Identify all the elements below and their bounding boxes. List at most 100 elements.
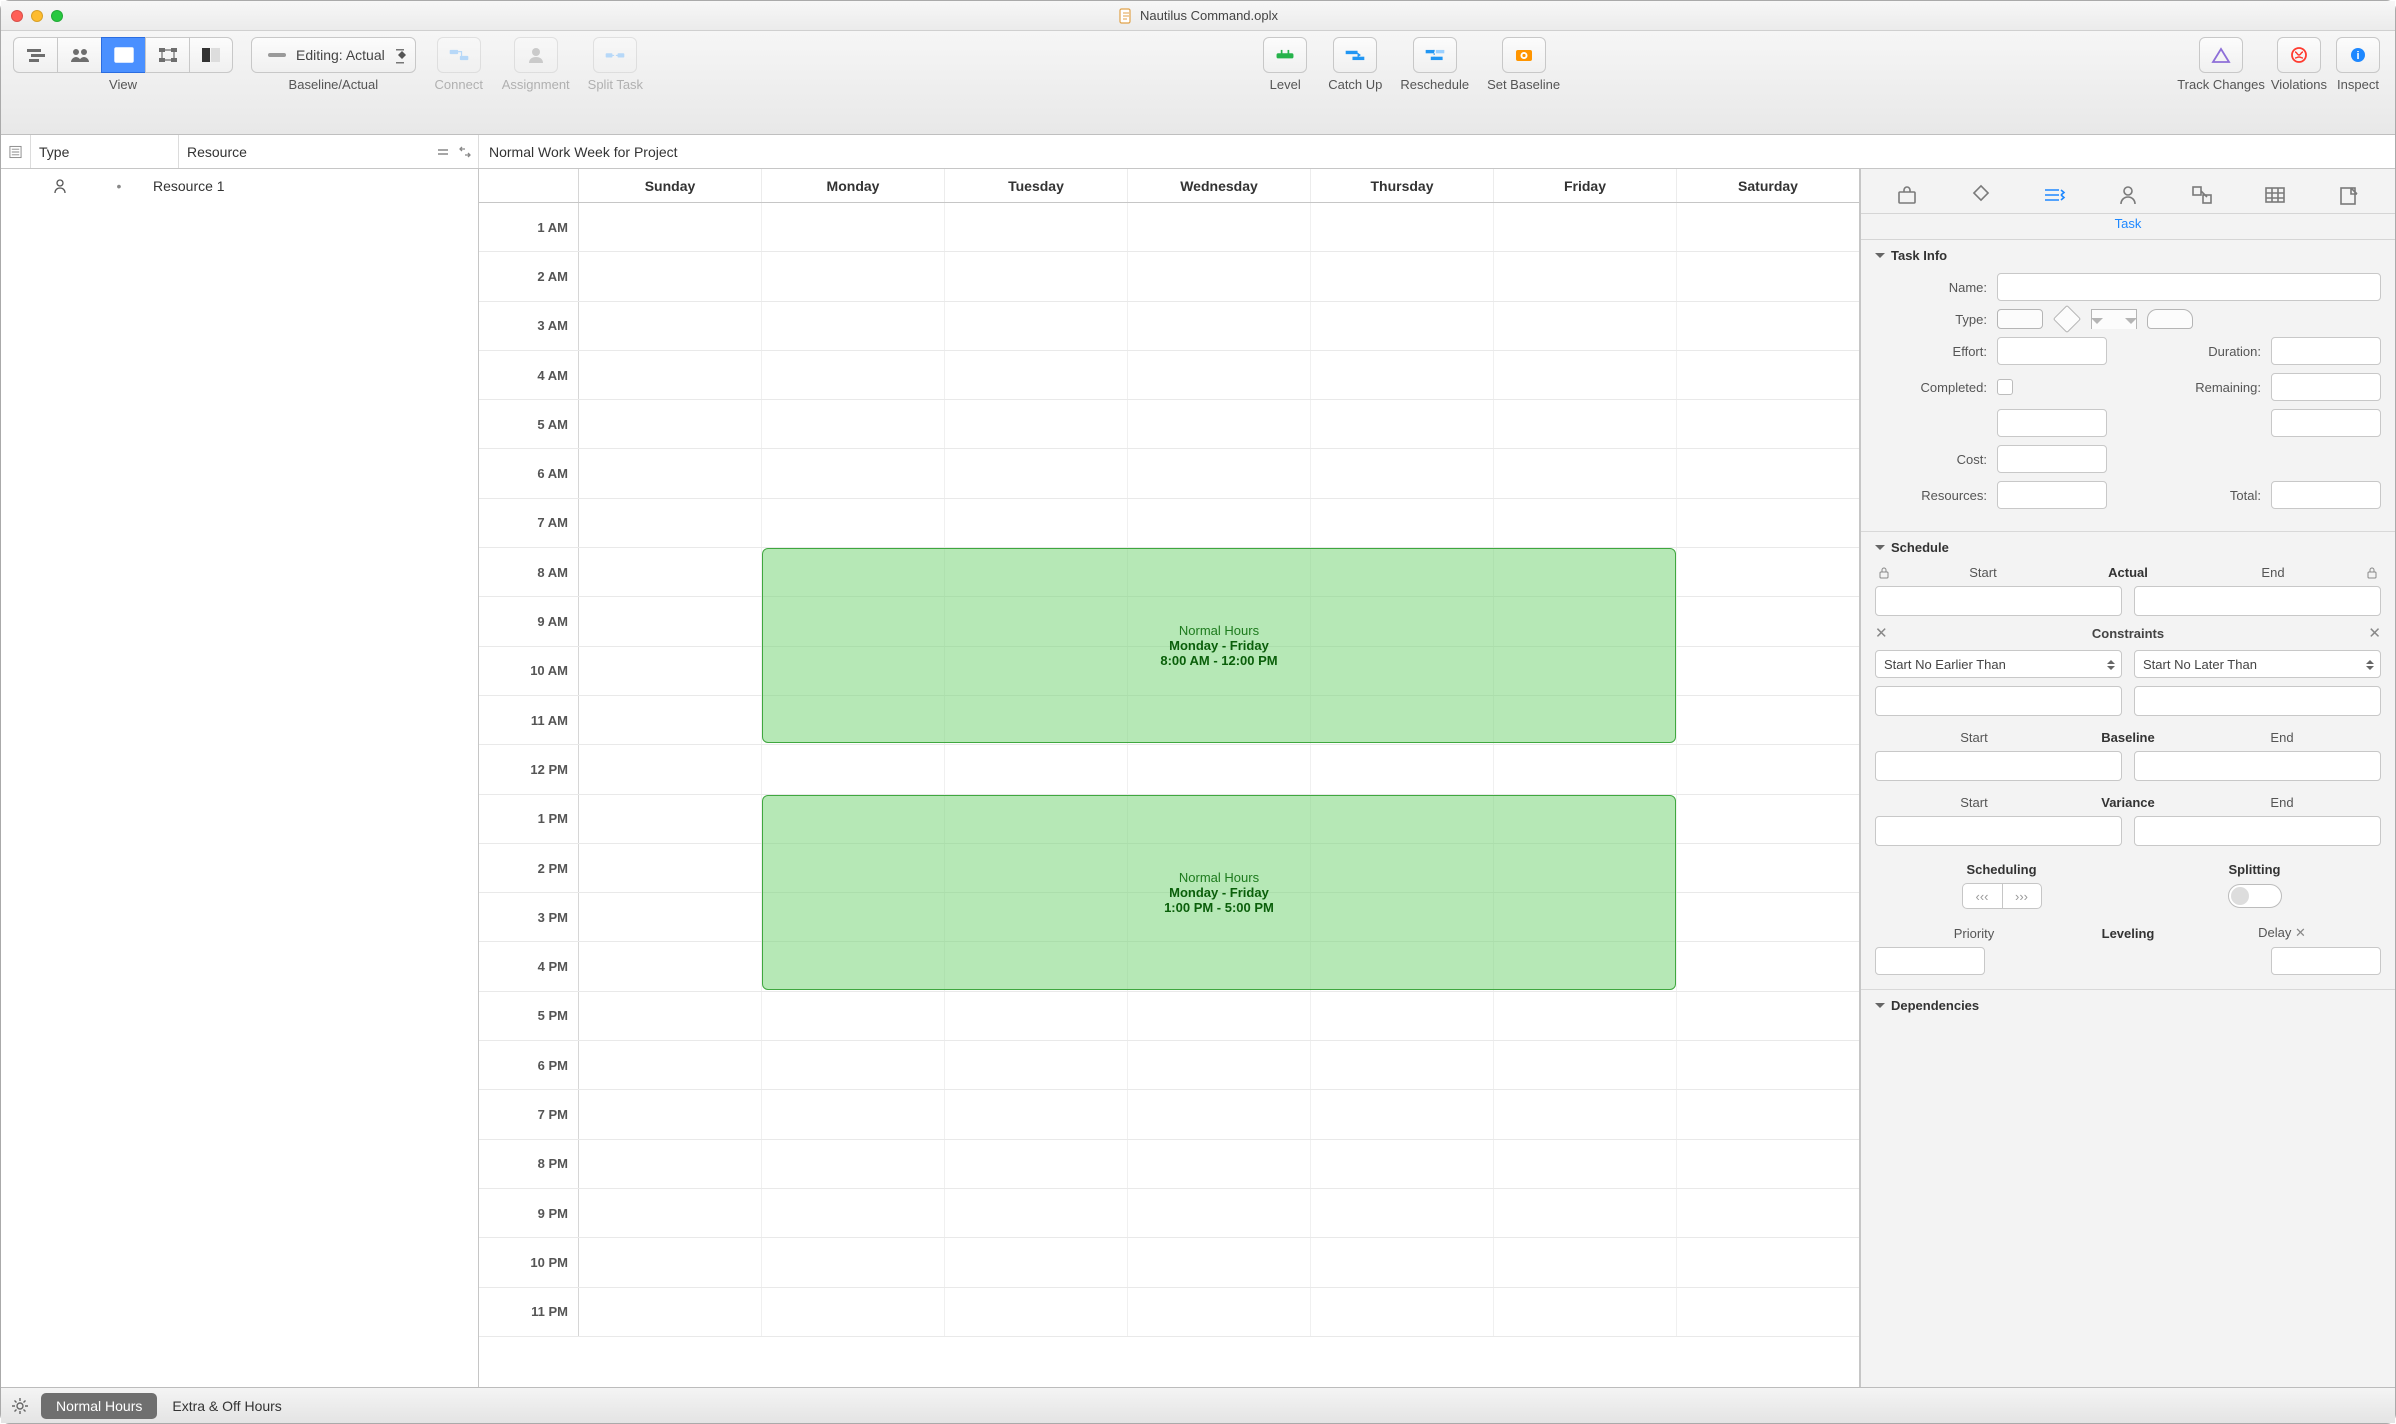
variance-end-field[interactable] [2134, 816, 2381, 846]
calendar-cell[interactable] [579, 1140, 762, 1188]
calendar-cell[interactable] [1311, 1090, 1494, 1138]
lock-end-icon[interactable] [2363, 566, 2381, 580]
editing-popup[interactable]: Editing: Actual [251, 37, 416, 73]
calendar-cell[interactable] [1311, 499, 1494, 547]
calendar-cell[interactable] [1128, 351, 1311, 399]
remaining-field[interactable] [2271, 373, 2381, 401]
calendar-cell[interactable] [1677, 449, 1859, 497]
calendar-cell[interactable] [1677, 1189, 1859, 1237]
calendar-cell[interactable] [579, 351, 762, 399]
calendar-cell[interactable] [1311, 449, 1494, 497]
clear-constraint-start[interactable]: ✕ [1875, 624, 1888, 642]
calendar-cell[interactable] [1311, 302, 1494, 350]
calendar-cell[interactable] [1128, 252, 1311, 300]
calendar-cell[interactable] [1494, 1238, 1677, 1286]
work-block-pm[interactable]: Normal Hours Monday - Friday 1:00 PM - 5… [762, 795, 1676, 990]
calendar-cell[interactable] [762, 252, 945, 300]
calendar-cell[interactable] [1677, 252, 1859, 300]
calendar-cell[interactable] [1494, 1090, 1677, 1138]
clear-delay-icon[interactable]: ✕ [2295, 925, 2306, 940]
lock-start-icon[interactable] [1875, 566, 1893, 580]
calendar-cell[interactable] [1311, 1189, 1494, 1237]
calendar-cell[interactable] [1677, 992, 1859, 1040]
calendar-cell[interactable] [1677, 1288, 1859, 1336]
resources-field[interactable] [1997, 481, 2107, 509]
calendar-cell[interactable] [1311, 1288, 1494, 1336]
catch-up-button[interactable] [1333, 37, 1377, 73]
splitting-toggle[interactable] [2228, 884, 2282, 908]
view-gantt-button[interactable] [13, 37, 57, 73]
calendar-cell[interactable] [1311, 1238, 1494, 1286]
cost-field[interactable] [1997, 445, 2107, 473]
calendar-cell[interactable] [762, 203, 945, 251]
reschedule-button[interactable] [1413, 37, 1457, 73]
calendar-cell[interactable] [1494, 1041, 1677, 1089]
constraint-end-select[interactable]: Start No Later Than [2134, 650, 2381, 678]
track-changes-button[interactable] [2199, 37, 2243, 73]
calendar-cell[interactable] [945, 1288, 1128, 1336]
completed-checkbox[interactable] [1997, 379, 2013, 395]
calendar-cell[interactable] [1677, 302, 1859, 350]
baseline-end-field[interactable] [2134, 751, 2381, 781]
calendar-cell[interactable] [762, 1140, 945, 1188]
calendar-cell[interactable] [1677, 351, 1859, 399]
connect-button[interactable] [437, 37, 481, 73]
calendar-cell[interactable] [579, 942, 762, 990]
actual-end-field[interactable] [2134, 586, 2381, 616]
calendar-cell[interactable] [1311, 1140, 1494, 1188]
calendar-cell[interactable] [1311, 351, 1494, 399]
constraint-start-date[interactable] [1875, 686, 2122, 716]
calendar-cell[interactable] [579, 597, 762, 645]
calendar-cell[interactable] [1677, 1090, 1859, 1138]
minimize-window-button[interactable] [31, 10, 43, 22]
calendar-cell[interactable] [579, 302, 762, 350]
inspector-tab-resource[interactable] [2108, 177, 2148, 213]
delay-field[interactable] [2271, 947, 2381, 975]
calendar-cell[interactable] [945, 1090, 1128, 1138]
actual-start-field[interactable] [1875, 586, 2122, 616]
calendar-cell[interactable] [579, 1090, 762, 1138]
calendar-cell[interactable] [1128, 1288, 1311, 1336]
calendar-cell[interactable] [1494, 351, 1677, 399]
type-header[interactable]: Type [31, 135, 179, 168]
calendar-cell[interactable] [762, 1288, 945, 1336]
calendar-cell[interactable] [1677, 597, 1859, 645]
calendar-cell[interactable] [1311, 203, 1494, 251]
calendar-cell[interactable] [579, 499, 762, 547]
calendar-cell[interactable] [1677, 548, 1859, 596]
dependencies-header[interactable]: Dependencies [1875, 998, 2381, 1013]
calendar-cell[interactable] [579, 1288, 762, 1336]
set-baseline-button[interactable] [1502, 37, 1546, 73]
type-group-button[interactable] [2091, 309, 2137, 329]
footer-tab-normal-hours[interactable]: Normal Hours [41, 1393, 157, 1419]
calendar-cell[interactable] [762, 499, 945, 547]
schedule-alap-button[interactable]: ››› [2002, 883, 2042, 909]
type-hammock-button[interactable] [2147, 309, 2193, 329]
calendar-cell[interactable] [1128, 1238, 1311, 1286]
calendar-cell[interactable] [1128, 1090, 1311, 1138]
type-milestone-button[interactable] [2053, 305, 2081, 333]
work-block-am[interactable]: Normal Hours Monday - Friday 8:00 AM - 1… [762, 548, 1676, 743]
close-window-button[interactable] [11, 10, 23, 22]
view-network-button[interactable] [145, 37, 189, 73]
calendar-cell[interactable] [945, 302, 1128, 350]
calendar-cell[interactable] [1677, 499, 1859, 547]
calendar-cell[interactable] [945, 745, 1128, 793]
calendar-cell[interactable] [579, 1238, 762, 1286]
view-styles-button[interactable] [189, 37, 233, 73]
schedule-asap-button[interactable]: ‹‹‹ [1962, 883, 2002, 909]
variance-start-field[interactable] [1875, 816, 2122, 846]
calendar-cell[interactable] [1677, 844, 1859, 892]
calendar-cell[interactable] [579, 252, 762, 300]
inspector-tab-milestones[interactable] [1961, 177, 2001, 213]
calendar-cell[interactable] [1677, 795, 1859, 843]
total-field[interactable] [2271, 481, 2381, 509]
calendar-cell[interactable] [1677, 893, 1859, 941]
calendar-cell[interactable] [579, 1041, 762, 1089]
calendar-cell[interactable] [1128, 1041, 1311, 1089]
level-button[interactable] [1263, 37, 1307, 73]
zoom-window-button[interactable] [51, 10, 63, 22]
calendar-cell[interactable] [762, 1090, 945, 1138]
footer-tab-extra-off-hours[interactable]: Extra & Off Hours [157, 1393, 296, 1419]
calendar-cell[interactable] [945, 203, 1128, 251]
